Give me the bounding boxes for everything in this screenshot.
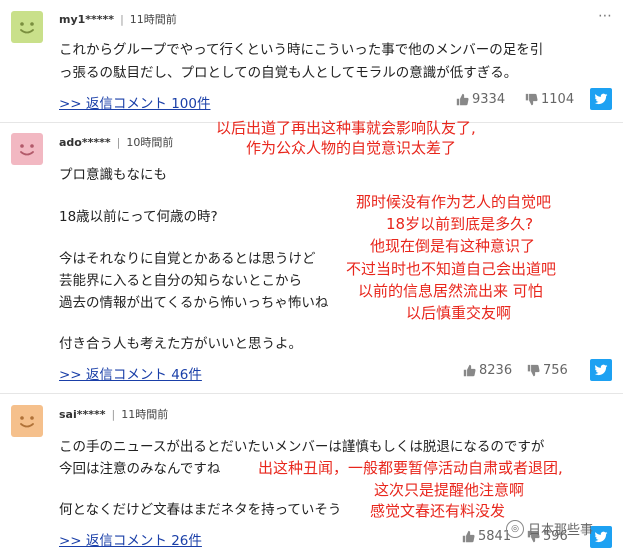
username[interactable]: my1***** <box>59 13 114 26</box>
avatar[interactable] <box>11 133 43 165</box>
comment-text-line: 今回は注意のみなんですね <box>59 461 221 477</box>
avatar[interactable] <box>11 405 43 437</box>
translation-note: 感觉文春还有料没发 <box>370 502 506 520</box>
comment-text-line: プロ意識もなにも <box>59 167 167 183</box>
dislike-count: 1104 <box>541 92 575 107</box>
dislike-button[interactable]: 756 <box>527 363 568 378</box>
translation-note: 以后慎重交友啊 <box>406 304 512 322</box>
thumbs-down-icon <box>527 364 540 377</box>
username[interactable]: ado***** <box>59 136 111 149</box>
dislike-button[interactable]: 1104 <box>525 92 574 107</box>
translation-note: 那时候没有作为艺人的自觉吧 <box>356 193 552 211</box>
watermark-text: 日本那些事 <box>528 523 594 538</box>
thumbs-up-icon <box>462 530 475 543</box>
smiley-avatar-icon <box>20 144 34 156</box>
meta-separator: | <box>120 13 124 26</box>
comment-text-line: 付き合う人も考えた方がいいと思うよ。 <box>59 336 302 352</box>
like-button[interactable]: 9334 <box>456 92 505 107</box>
comment-meta: ado***** | 10時間前 <box>59 134 173 150</box>
translation-note: 这次只是提醒他注意啊 <box>374 481 525 499</box>
timestamp: 11時間前 <box>121 408 169 421</box>
reply-comments-link[interactable]: >> 返信コメント 26件 <box>59 529 202 549</box>
reply-comments-link[interactable]: >> 返信コメント 100件 <box>59 92 210 112</box>
smiley-avatar-icon <box>20 416 34 428</box>
wechat-logo-icon: ◎ <box>506 519 524 538</box>
watermark: ◎ 日本那些事 <box>506 519 593 538</box>
translation-note: 不过当时也不知道自己会出道吧 <box>346 260 557 278</box>
twitter-share-button[interactable] <box>590 526 612 548</box>
twitter-share-button[interactable] <box>590 88 612 110</box>
like-count: 9334 <box>472 92 506 107</box>
thumbs-up-icon <box>463 364 476 377</box>
timestamp: 11時間前 <box>129 13 177 26</box>
reply-comments-link[interactable]: >> 返信コメント 46件 <box>59 363 202 383</box>
thumbs-up-icon <box>456 93 469 106</box>
translation-note: 以后出道了再出这种事就会影响队友了, <box>216 119 476 137</box>
twitter-bird-icon <box>594 364 608 376</box>
avatar[interactable] <box>11 11 43 43</box>
meta-separator: | <box>111 408 116 421</box>
comment-text-line: 過去の情報が出てくるから怖いっちゃ怖いね <box>59 295 329 311</box>
timestamp: 10時間前 <box>126 136 174 149</box>
thumbs-down-icon <box>525 93 538 106</box>
like-button[interactable]: 8236 <box>463 363 512 378</box>
translation-note: 以前的信息居然流出来 可怕 <box>358 282 543 300</box>
twitter-share-button[interactable] <box>590 359 612 381</box>
translation-note: 18岁以前到底是多久? <box>386 215 534 233</box>
translation-note: 他现在倒是有这种意识了 <box>370 237 536 255</box>
username[interactable]: sai***** <box>59 408 106 421</box>
comment-text-line: この手のニュースが出るとだいたいメンバーは謹慎もしくは脱退になるのですが <box>59 439 545 455</box>
comment-meta: my1***** | 11時間前 <box>59 11 177 27</box>
like-button[interactable]: 5841 <box>462 529 511 544</box>
meta-separator: | <box>116 136 121 149</box>
more-options-icon[interactable]: ⋯ <box>598 8 613 24</box>
divider <box>0 393 623 394</box>
translation-note: 出这种丑闻，一般都要暂停活动自肃或者退团, <box>258 459 563 477</box>
smiley-avatar-icon <box>20 22 34 34</box>
dislike-count: 756 <box>543 363 568 378</box>
twitter-bird-icon <box>594 93 608 105</box>
comment-text-line: 18歳以前にって何歳の時? <box>59 209 218 225</box>
like-count: 8236 <box>479 363 513 378</box>
translation-note: 作为公众人物的自觉意识太差了 <box>246 139 457 157</box>
comment-text-line: っ張るの駄目だし、プロとしての自覚も人としてモラルの意識が低すぎる。 <box>59 65 518 81</box>
comment-meta: sai***** | 11時間前 <box>59 406 168 422</box>
comment-text-line: 何となくだけど文春はまだネタを持っていそう <box>59 502 342 518</box>
comment-text-line: 芸能界に入ると自分の知らないとこから <box>59 273 302 289</box>
comment-text-line: これからグループでやって行くという時にこういった事で他のメンバーの足を引 <box>59 42 544 58</box>
twitter-bird-icon <box>594 531 608 543</box>
comment-text-line: 今はそれなりに自覚とかあるとは思うけど <box>59 251 316 267</box>
